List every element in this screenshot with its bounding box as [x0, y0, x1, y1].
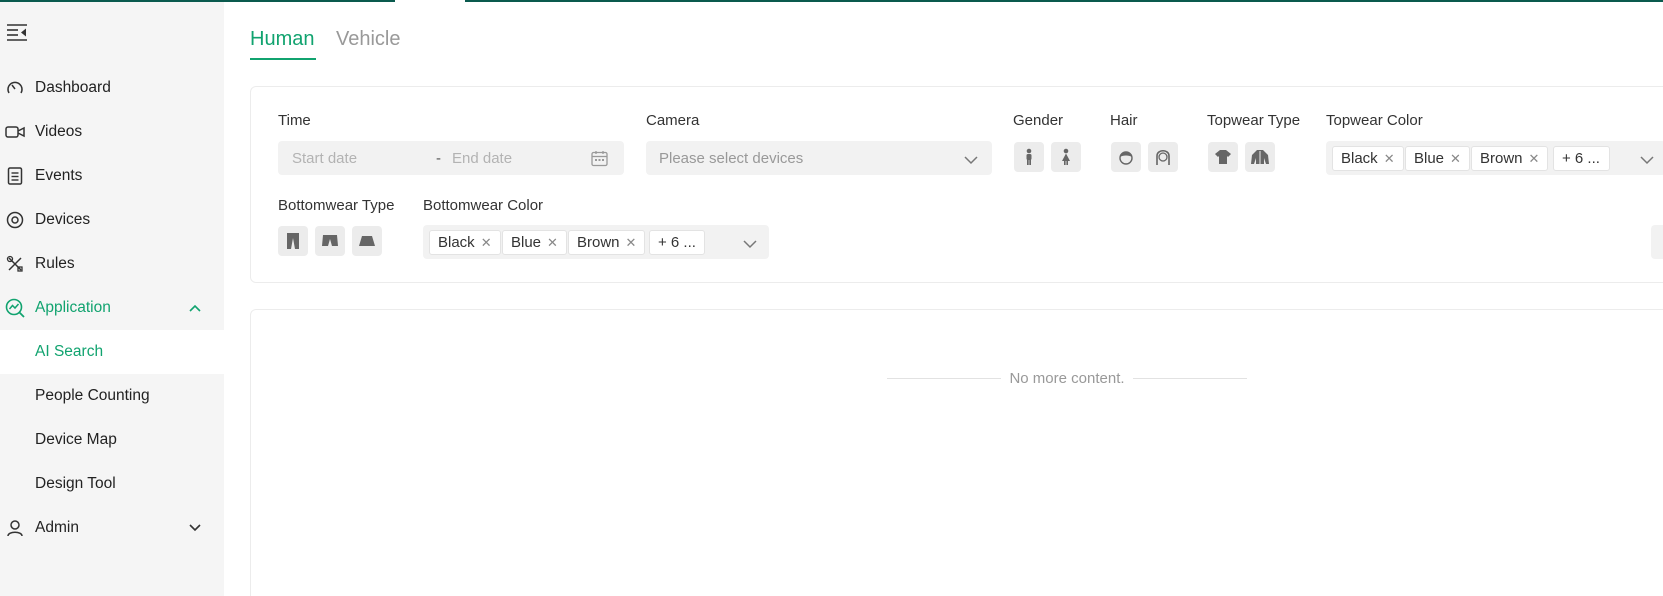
- bottomwear-color-label: Bottomwear Color: [423, 197, 544, 214]
- sidebar-item-label: Device Map: [35, 431, 117, 448]
- color-tag-blue: Blue ✕: [502, 230, 567, 255]
- date-range-picker[interactable]: Start date - End date: [278, 141, 624, 175]
- sidebar-item-ai-search[interactable]: AI Search: [0, 330, 224, 374]
- time-label: Time: [278, 112, 311, 129]
- sidebar-item-device-map[interactable]: Device Map: [0, 418, 224, 462]
- color-tag-brown: Brown ✕: [568, 230, 646, 255]
- chevron-down-icon: [964, 152, 978, 166]
- sidebar-item-label: Design Tool: [35, 475, 116, 492]
- tab-vehicle[interactable]: Vehicle: [336, 28, 401, 51]
- tools-icon: [5, 254, 25, 274]
- sidebar-item-label: Admin: [35, 519, 79, 536]
- user-icon: [5, 518, 25, 538]
- remove-tag-icon[interactable]: ✕: [1384, 151, 1395, 167]
- sidebar-item-rules[interactable]: Rules: [0, 242, 224, 286]
- document-list-icon: [5, 166, 25, 186]
- divider-line: [1132, 377, 1247, 379]
- camera-label: Camera: [646, 112, 700, 129]
- gender-label: Gender: [1013, 112, 1064, 129]
- long-hair-icon[interactable]: [1148, 142, 1178, 172]
- chevron-up-icon: [188, 301, 202, 315]
- sidebar-item-application[interactable]: Application: [0, 286, 224, 330]
- tab-human[interactable]: Human: [250, 28, 314, 51]
- video-camera-icon: [5, 122, 25, 142]
- color-tag-blue: Blue ✕: [1405, 146, 1470, 171]
- analytics-search-icon: [5, 298, 25, 318]
- sidebar-item-dashboard[interactable]: Dashboard: [0, 66, 224, 110]
- remove-tag-icon[interactable]: ✕: [626, 235, 637, 251]
- results-panel: No more content.: [250, 309, 1663, 596]
- long-sleeve-icon[interactable]: [1245, 142, 1275, 172]
- filter-panel: Time Start date - End date Camera Please…: [250, 86, 1663, 283]
- remove-tag-icon[interactable]: ✕: [547, 235, 558, 251]
- bottomwear-color-select[interactable]: Black ✕ Blue ✕ Brown ✕ + 6 ...: [423, 225, 769, 259]
- empty-results-divider: No more content.: [887, 368, 1247, 388]
- chevron-down-icon: [1640, 152, 1654, 166]
- menu-collapse-icon[interactable]: [6, 21, 28, 43]
- topwear-color-label: Topwear Color: [1326, 112, 1423, 129]
- gauge-icon: [5, 78, 25, 98]
- sidebar-item-admin[interactable]: Admin: [0, 506, 224, 550]
- sidebar: Dashboard Videos Events Devices Rules Ap…: [0, 2, 224, 596]
- short-sleeve-icon[interactable]: [1208, 142, 1238, 172]
- hair-label: Hair: [1110, 112, 1138, 129]
- color-tag-brown: Brown ✕: [1471, 146, 1549, 171]
- topwear-type-label: Topwear Type: [1207, 112, 1301, 129]
- sidebar-item-label: AI Search: [35, 343, 104, 360]
- sidebar-item-label: Events: [35, 167, 83, 184]
- topwear-color-select[interactable]: Black ✕ Blue ✕ Brown ✕ + 6 ...: [1326, 141, 1663, 175]
- sidebar-item-label: Rules: [35, 255, 75, 272]
- color-tag-black: Black ✕: [1332, 146, 1404, 171]
- camera-select[interactable]: Please select devices: [646, 141, 992, 175]
- sidebar-item-videos[interactable]: Videos: [0, 110, 224, 154]
- shorts-icon[interactable]: [315, 226, 345, 256]
- remove-tag-icon[interactable]: ✕: [1529, 151, 1540, 167]
- sidebar-item-label: Dashboard: [35, 79, 111, 96]
- sidebar-item-label: Videos: [35, 123, 83, 140]
- end-date-input[interactable]: End date: [452, 150, 512, 167]
- sidebar-item-design-tool[interactable]: Design Tool: [0, 462, 224, 506]
- chevron-down-icon: [743, 236, 757, 250]
- sidebar-item-events[interactable]: Events: [0, 154, 224, 198]
- top-accent-bar: [0, 0, 1663, 2]
- active-tab-indicator: [250, 58, 316, 60]
- chevron-down-icon: [188, 521, 202, 535]
- female-icon[interactable]: [1051, 142, 1081, 172]
- short-hair-icon[interactable]: [1111, 142, 1141, 172]
- sidebar-item-people-counting[interactable]: People Counting: [0, 374, 224, 418]
- sidebar-item-devices[interactable]: Devices: [0, 198, 224, 242]
- no-more-content-text: No more content.: [1009, 369, 1125, 387]
- more-tags-badge[interactable]: + 6 ...: [1553, 146, 1610, 171]
- trousers-icon[interactable]: [278, 226, 308, 256]
- date-separator: -: [436, 149, 441, 167]
- remove-tag-icon[interactable]: ✕: [481, 235, 492, 251]
- calendar-icon[interactable]: [591, 150, 608, 171]
- more-tags-badge[interactable]: + 6 ...: [649, 230, 705, 255]
- search-button-partial[interactable]: [1651, 225, 1663, 259]
- remove-tag-icon[interactable]: ✕: [1450, 151, 1461, 167]
- device-circle-icon: [5, 210, 25, 230]
- sidebar-item-label: People Counting: [35, 387, 150, 404]
- male-icon[interactable]: [1014, 142, 1044, 172]
- sidebar-item-label: Application: [35, 299, 111, 316]
- bottomwear-type-label: Bottomwear Type: [278, 197, 395, 214]
- color-tag-black: Black ✕: [429, 230, 501, 255]
- camera-select-placeholder: Please select devices: [659, 149, 804, 167]
- skirt-icon[interactable]: [352, 226, 382, 256]
- divider-line: [887, 377, 1002, 379]
- start-date-input[interactable]: Start date: [292, 150, 357, 167]
- sidebar-item-label: Devices: [35, 211, 91, 228]
